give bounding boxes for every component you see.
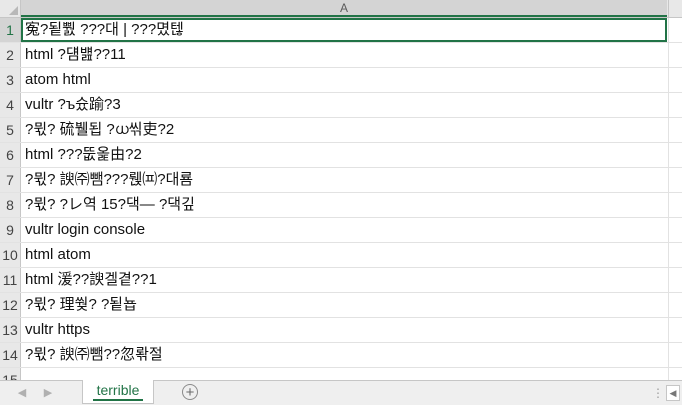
cell-next-column[interactable] (668, 43, 682, 67)
table-row: 1 寃?됱뿴 ???대 | ???몄텒 (0, 18, 682, 43)
cell-next-column[interactable] (668, 343, 682, 367)
sheet-tab-underline (93, 399, 143, 401)
column-header-row: A (0, 0, 682, 18)
row-number[interactable]: 13 (0, 318, 21, 342)
cell[interactable]: ?뮋? 諛㈜뺌???뤥㈌?대룜 (21, 168, 667, 192)
row-number[interactable]: 4 (0, 93, 21, 117)
row-number[interactable]: 8 (0, 193, 21, 217)
sheet-tab-bar: ◀ ▶ terrible + ⋮ ◀ (0, 380, 682, 405)
row-number[interactable]: 7 (0, 168, 21, 192)
table-row: 13 vultr https (0, 318, 682, 343)
table-row: 12 ?뮋? 理쒖? ?됱뇹 (0, 293, 682, 318)
sheet-tab-label: terrible (96, 382, 140, 398)
cell[interactable]: vultr ?ъ슜踰?3 (21, 93, 667, 117)
cell[interactable]: vultr login console (21, 218, 667, 242)
cell[interactable]: html ???뚮옱由?2 (21, 143, 667, 167)
table-row: 11 html 湲??諛겔곁??1 (0, 268, 682, 293)
table-row: 3 atom html (0, 68, 682, 93)
cell-next-column[interactable] (668, 18, 682, 42)
table-row: 15 (0, 368, 682, 380)
cell-next-column[interactable] (668, 293, 682, 317)
cell[interactable]: ?뮋? ?レ역 15?댁— ?댁깊 (21, 193, 667, 217)
prev-sheet-arrow-icon[interactable]: ◀ (14, 385, 30, 401)
cell-next-column[interactable] (668, 218, 682, 242)
table-row: 7 ?뮋? 諛㈜뺌???뤥㈌?대룜 (0, 168, 682, 193)
table-row: 10 html atom (0, 243, 682, 268)
row-number[interactable]: 10 (0, 243, 21, 267)
cell-next-column[interactable] (668, 118, 682, 142)
cell-next-column[interactable] (668, 168, 682, 192)
row-number[interactable]: 3 (0, 68, 21, 92)
cell[interactable]: ?뮋? 理쒖? ?됱뇹 (21, 293, 667, 317)
scroll-left-arrow-icon[interactable]: ◀ (666, 385, 680, 401)
table-row: 4 vultr ?ъ슜踰?3 (0, 93, 682, 118)
cell-next-column[interactable] (668, 193, 682, 217)
tab-splitter-dots-icon[interactable]: ⋮ (652, 384, 664, 402)
select-all-corner[interactable] (0, 0, 21, 17)
spreadsheet-grid: A 1 寃?됱뿴 ???대 | ???몄텒 2 html ?덈뱶??11 3 atom h… (0, 0, 682, 380)
cell-next-column[interactable] (668, 318, 682, 342)
table-row: 5 ?뮋? 硫뷀됩 ?ധ씪吏?2 (0, 118, 682, 143)
select-all-triangle-icon (9, 6, 18, 15)
cell[interactable] (21, 368, 667, 380)
cell-next-column[interactable] (668, 368, 682, 380)
cell[interactable]: vultr https (21, 318, 667, 342)
row-number[interactable]: 5 (0, 118, 21, 142)
row-number[interactable]: 15 (0, 368, 21, 380)
cell[interactable]: html atom (21, 243, 667, 267)
table-row: 6 html ???뚮옱由?2 (0, 143, 682, 168)
cell-next-column[interactable] (668, 68, 682, 92)
row-list: 1 寃?됱뿴 ???대 | ???몄텒 2 html ?덈뱶??11 3 atom htm… (0, 18, 682, 380)
column-header-next[interactable] (668, 0, 682, 17)
next-sheet-arrow-icon[interactable]: ▶ (40, 385, 56, 401)
cell[interactable]: ?뮋? 硫뷀됩 ?ധ씪吏?2 (21, 118, 667, 142)
cell-next-column[interactable] (668, 143, 682, 167)
add-sheet-icon[interactable]: + (182, 384, 198, 400)
cell[interactable]: ?뮋? 諛㈜뺌??忽롺절 (21, 343, 667, 367)
row-number[interactable]: 6 (0, 143, 21, 167)
table-row: 8 ?뮋? ?レ역 15?댁— ?댁깊 (0, 193, 682, 218)
cell[interactable]: html ?덈뱶??11 (21, 43, 667, 67)
row-number[interactable]: 2 (0, 43, 21, 67)
table-row: 14 ?뮋? 諛㈜뺌??忽롺절 (0, 343, 682, 368)
table-row: 9 vultr login console (0, 218, 682, 243)
cell-next-column[interactable] (668, 93, 682, 117)
cell-next-column[interactable] (668, 243, 682, 267)
row-number[interactable]: 11 (0, 268, 21, 292)
row-number[interactable]: 14 (0, 343, 21, 367)
active-cell[interactable]: 寃?됱뿴 ???대 | ???몄텒 (21, 18, 667, 42)
row-number[interactable]: 12 (0, 293, 21, 317)
cell-next-column[interactable] (668, 268, 682, 292)
column-header-a[interactable]: A (21, 0, 667, 17)
sheet-tab-terrible[interactable]: terrible (82, 380, 154, 404)
row-number[interactable]: 1 (0, 18, 21, 42)
row-number[interactable]: 9 (0, 218, 21, 242)
table-row: 2 html ?덈뱶??11 (0, 43, 682, 68)
cell[interactable]: html 湲??諛겔곁??1 (21, 268, 667, 292)
cell[interactable]: atom html (21, 68, 667, 92)
